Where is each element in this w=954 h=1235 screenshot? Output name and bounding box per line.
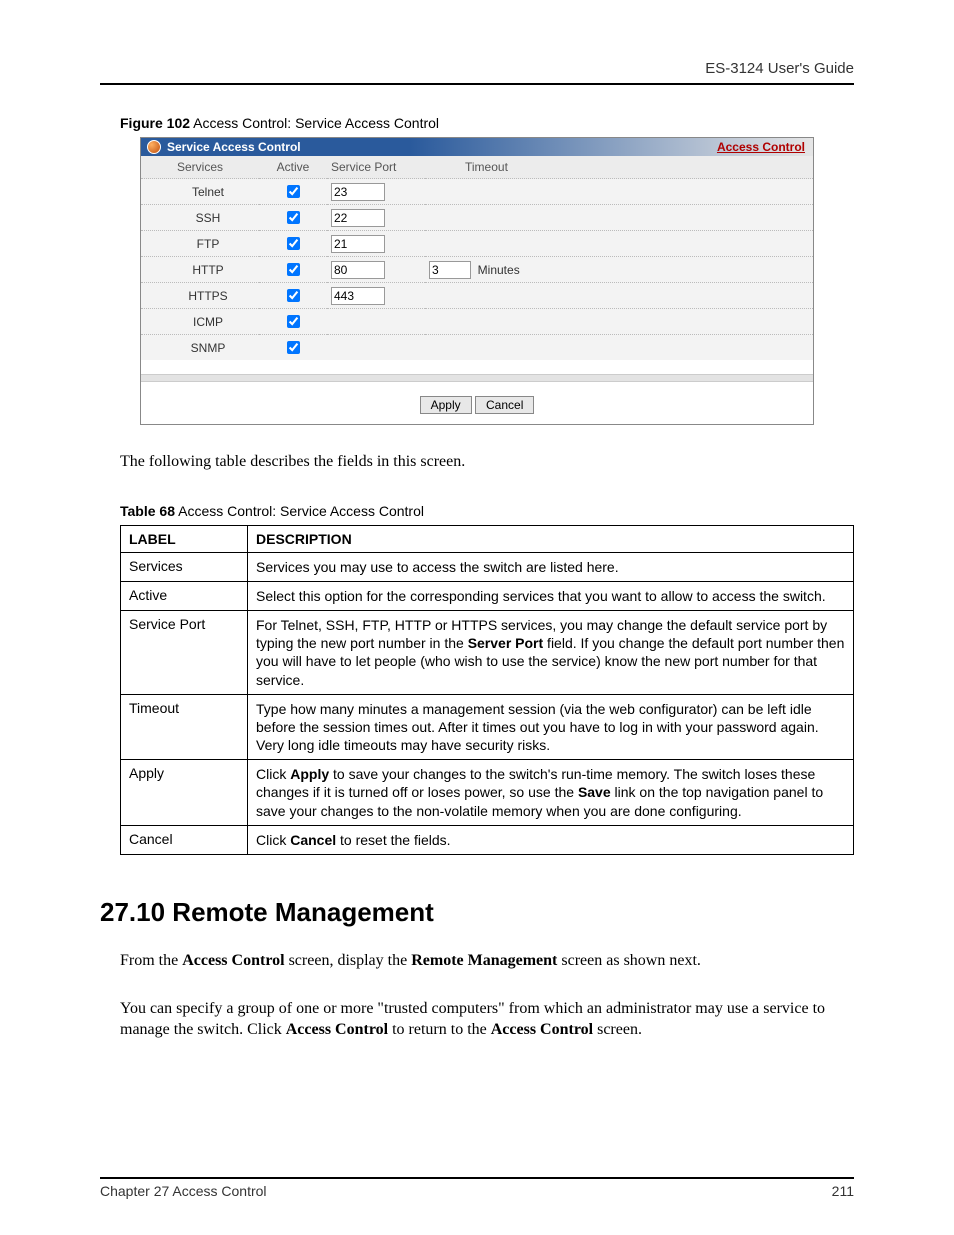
col-service-port: Service Port bbox=[327, 156, 425, 179]
table-row: Telnet bbox=[141, 179, 813, 205]
desc-bold: Server Port bbox=[468, 635, 543, 651]
active-checkbox-ssh[interactable] bbox=[287, 211, 300, 224]
port-input-telnet[interactable] bbox=[331, 183, 385, 201]
header-guide-title: ES-3124 User's Guide bbox=[100, 60, 854, 77]
doc-label: Services bbox=[121, 552, 248, 581]
active-checkbox-ftp[interactable] bbox=[287, 237, 300, 250]
active-checkbox-https[interactable] bbox=[287, 289, 300, 302]
table-row: Timeout Type how many minutes a manageme… bbox=[121, 694, 854, 760]
service-name: ICMP bbox=[141, 309, 259, 335]
doc-desc: Click Cancel to reset the fields. bbox=[248, 825, 854, 854]
para-text: to return to the bbox=[388, 1021, 491, 1038]
active-checkbox-telnet[interactable] bbox=[287, 185, 300, 198]
para-text: screen, display the bbox=[285, 952, 412, 969]
doc-desc: Select this option for the corresponding… bbox=[248, 581, 854, 610]
header-divider bbox=[100, 83, 854, 85]
figure-caption: Figure 102 Access Control: Service Acces… bbox=[120, 115, 854, 131]
apply-button[interactable]: Apply bbox=[420, 396, 472, 414]
table-caption: Table 68 Access Control: Service Access … bbox=[120, 503, 854, 519]
table-row: SSH bbox=[141, 205, 813, 231]
service-table-header-row: Services Active Service Port Timeout bbox=[141, 156, 813, 179]
figure-caption-text: Access Control: Service Access Control bbox=[190, 115, 439, 131]
page-footer: Chapter 27 Access Control 211 bbox=[100, 1177, 854, 1199]
table-caption-text: Access Control: Service Access Control bbox=[175, 503, 424, 519]
description-table-header: LABEL DESCRIPTION bbox=[121, 525, 854, 552]
doc-desc: Services you may use to access the switc… bbox=[248, 552, 854, 581]
active-checkbox-http[interactable] bbox=[287, 263, 300, 276]
active-checkbox-icmp[interactable] bbox=[287, 315, 300, 328]
service-access-control-screenshot: Service Access Control Access Control Se… bbox=[140, 137, 814, 425]
desc-bold: Cancel bbox=[290, 832, 336, 848]
desc-text: Click bbox=[256, 766, 290, 782]
cancel-button[interactable]: Cancel bbox=[475, 396, 534, 414]
panel-dot-icon bbox=[147, 140, 161, 154]
table-row: Service Port For Telnet, SSH, FTP, HTTP … bbox=[121, 610, 854, 694]
section-heading-remote-management: 27.10 Remote Management bbox=[100, 897, 854, 928]
port-input-ssh[interactable] bbox=[331, 209, 385, 227]
service-name: FTP bbox=[141, 231, 259, 257]
para-bold: Access Control bbox=[491, 1021, 593, 1038]
panel-titlebar: Service Access Control Access Control bbox=[141, 138, 813, 156]
desc-text: to reset the fields. bbox=[336, 832, 450, 848]
panel-title: Service Access Control bbox=[167, 140, 301, 154]
table-row: Services Services you may use to access … bbox=[121, 552, 854, 581]
doc-desc: For Telnet, SSH, FTP, HTTP or HTTPS serv… bbox=[248, 610, 854, 694]
port-input-ftp[interactable] bbox=[331, 235, 385, 253]
doc-col-description: DESCRIPTION bbox=[248, 525, 854, 552]
section-paragraph-2: You can specify a group of one or more "… bbox=[120, 998, 834, 1041]
footer-chapter: Chapter 27 Access Control bbox=[100, 1183, 267, 1199]
doc-label: Active bbox=[121, 581, 248, 610]
para-bold: Remote Management bbox=[411, 952, 557, 969]
service-name: HTTP bbox=[141, 257, 259, 283]
desc-bold: Save bbox=[578, 784, 611, 800]
active-checkbox-snmp[interactable] bbox=[287, 341, 300, 354]
para-text: From the bbox=[120, 952, 182, 969]
figure-caption-number: Figure 102 bbox=[120, 115, 190, 131]
footer-page-number: 211 bbox=[832, 1183, 854, 1199]
table-caption-number: Table 68 bbox=[120, 503, 175, 519]
service-name: Telnet bbox=[141, 179, 259, 205]
intro-paragraph: The following table describes the fields… bbox=[120, 451, 834, 473]
col-active: Active bbox=[259, 156, 327, 179]
timeout-input-http[interactable] bbox=[429, 261, 471, 279]
timeout-unit: Minutes bbox=[478, 263, 520, 277]
table-row: Cancel Click Cancel to reset the fields. bbox=[121, 825, 854, 854]
para-text: screen. bbox=[593, 1021, 642, 1038]
doc-label: Service Port bbox=[121, 610, 248, 694]
doc-label: Apply bbox=[121, 760, 248, 826]
desc-text: Click bbox=[256, 832, 290, 848]
doc-col-label: LABEL bbox=[121, 525, 248, 552]
doc-label: Timeout bbox=[121, 694, 248, 760]
table-row: SNMP bbox=[141, 335, 813, 361]
service-name: SSH bbox=[141, 205, 259, 231]
access-control-breadcrumb-link[interactable]: Access Control bbox=[717, 140, 805, 154]
description-table: LABEL DESCRIPTION Services Services you … bbox=[120, 525, 854, 855]
port-input-https[interactable] bbox=[331, 287, 385, 305]
panel-divider bbox=[141, 374, 813, 382]
table-row: Active Select this option for the corres… bbox=[121, 581, 854, 610]
table-row: Apply Click Apply to save your changes t… bbox=[121, 760, 854, 826]
document-page: ES-3124 User's Guide Figure 102 Access C… bbox=[0, 0, 954, 1235]
footer-divider bbox=[100, 1177, 854, 1179]
col-services: Services bbox=[141, 156, 259, 179]
doc-label: Cancel bbox=[121, 825, 248, 854]
table-row: HTTPS bbox=[141, 283, 813, 309]
section-paragraph-1: From the Access Control screen, display … bbox=[120, 950, 834, 972]
desc-bold: Apply bbox=[290, 766, 329, 782]
doc-desc: Type how many minutes a management sessi… bbox=[248, 694, 854, 760]
table-row: FTP bbox=[141, 231, 813, 257]
port-input-http[interactable] bbox=[331, 261, 385, 279]
table-row: ICMP bbox=[141, 309, 813, 335]
button-row: Apply Cancel bbox=[141, 360, 813, 424]
para-bold: Access Control bbox=[286, 1021, 388, 1038]
para-text: screen as shown next. bbox=[557, 952, 701, 969]
service-table: Services Active Service Port Timeout Tel… bbox=[141, 156, 813, 360]
para-bold: Access Control bbox=[182, 952, 284, 969]
table-row: HTTP Minutes bbox=[141, 257, 813, 283]
service-name: HTTPS bbox=[141, 283, 259, 309]
service-name: SNMP bbox=[141, 335, 259, 361]
col-timeout: Timeout bbox=[425, 156, 813, 179]
doc-desc: Click Apply to save your changes to the … bbox=[248, 760, 854, 826]
